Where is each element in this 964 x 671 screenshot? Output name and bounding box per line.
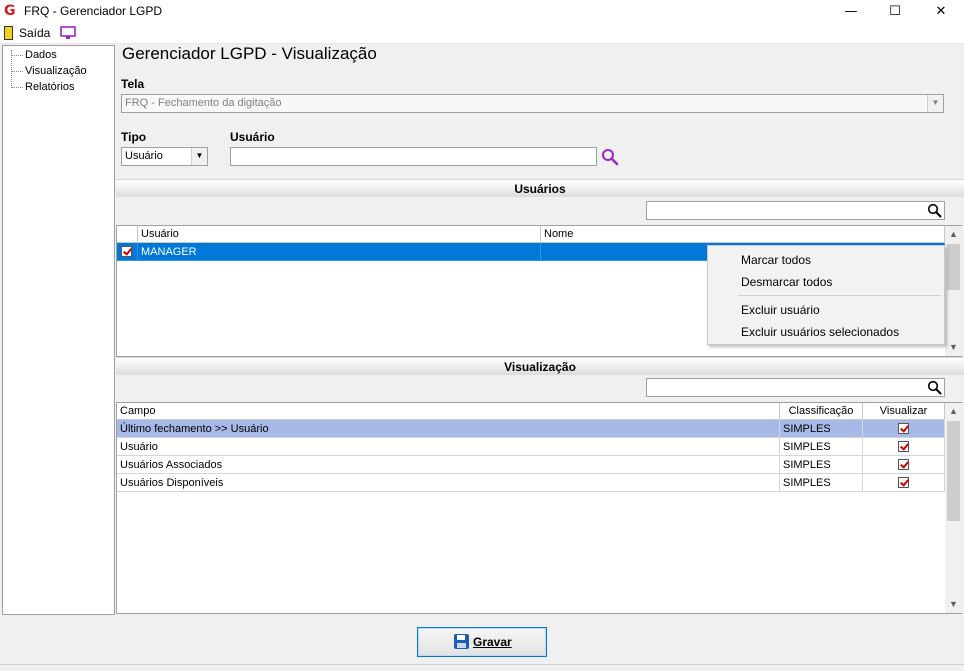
tree-item-dados[interactable]: Dados: [11, 47, 57, 63]
menu-item-excluir-selecionados[interactable]: Excluir usuários selecionados: [741, 325, 899, 339]
tree-item-label: Relatórios: [25, 81, 75, 93]
row-classificacao-cell: SIMPLES: [780, 456, 863, 474]
visualizar-checkbox[interactable]: [898, 423, 909, 434]
save-button[interactable]: Gravar: [417, 627, 547, 657]
scroll-up-icon[interactable]: ▲: [945, 226, 962, 243]
scroll-thumb[interactable]: [947, 244, 960, 290]
search-icon[interactable]: [927, 203, 942, 218]
scroll-up-icon[interactable]: ▲: [945, 403, 962, 420]
title-bar: G FRQ - Gerenciador LGPD — ☐ ✕: [0, 0, 964, 23]
usuarios-scrollbar[interactable]: ▲ ▼: [945, 226, 962, 356]
visualizacao-grid[interactable]: Campo Classificação Visualizar Último fe…: [116, 402, 962, 614]
row-visualizar-cell[interactable]: [863, 456, 945, 474]
tela-select[interactable]: FRQ - Fechamento da digitação ▼: [121, 94, 944, 113]
grid-header-usuario[interactable]: Usuário: [138, 226, 541, 243]
navigation-tree: Dados Visualização Relatórios: [2, 45, 115, 615]
row-campo-cell: Usuários Associados: [117, 456, 780, 474]
grid-header-classificacao[interactable]: Classificação: [780, 403, 863, 420]
usuario-label: Usuário: [230, 130, 275, 144]
row-campo-cell: Usuário: [117, 438, 780, 456]
menu-item-desmarcar-todos[interactable]: Desmarcar todos: [741, 275, 832, 289]
window-title: FRQ - Gerenciador LGPD: [24, 4, 163, 18]
tree-connector: [11, 87, 23, 88]
app-logo-icon: G: [4, 3, 16, 19]
row-classificacao-cell: SIMPLES: [780, 420, 863, 438]
row-campo-cell: Usuários Disponíveis: [117, 474, 780, 492]
usuario-input[interactable]: [230, 147, 597, 166]
visualizar-checkbox[interactable]: [898, 459, 909, 470]
monitor-icon[interactable]: [60, 26, 76, 40]
tipo-label: Tipo: [121, 130, 147, 144]
table-row[interactable]: Último fechamento >> Usuário SIMPLES: [117, 420, 945, 438]
page-title: Gerenciador LGPD - Visualização: [122, 44, 377, 63]
tree-connector: [11, 55, 23, 56]
row-usuario-cell: MANAGER: [138, 243, 541, 261]
row-checkbox[interactable]: [121, 246, 132, 257]
minimize-button[interactable]: —: [828, 0, 874, 23]
search-icon[interactable]: [927, 380, 942, 395]
row-visualizar-cell[interactable]: [863, 474, 945, 492]
tipo-select-value: Usuário: [125, 150, 163, 162]
usuarios-section-header: Usuários: [116, 179, 964, 197]
visualizacao-search-input[interactable]: [646, 378, 945, 397]
exit-door-icon[interactable]: [4, 26, 13, 40]
grid-header-nome[interactable]: Nome: [541, 226, 945, 243]
row-checkbox-cell[interactable]: [117, 243, 138, 261]
toolbar: Saída: [0, 23, 964, 44]
chevron-down-icon[interactable]: ▼: [191, 148, 207, 165]
exit-button[interactable]: Saída: [19, 26, 50, 40]
grid-header-check: [117, 226, 138, 243]
tree-item-visualizacao[interactable]: Visualização: [11, 63, 87, 79]
floppy-disk-icon: [454, 634, 469, 649]
visualizacao-scrollbar[interactable]: ▲ ▼: [945, 403, 962, 613]
table-row[interactable]: Usuário SIMPLES: [117, 438, 945, 456]
grid-header-visualizar[interactable]: Visualizar: [863, 403, 945, 420]
tree-item-label: Dados: [25, 49, 57, 61]
visualizar-checkbox[interactable]: [898, 441, 909, 452]
tree-item-label: Visualização: [25, 65, 87, 77]
chevron-down-icon[interactable]: ▼: [927, 95, 943, 112]
save-button-label: Gravar: [473, 635, 512, 649]
context-menu: Marcar todos Desmarcar todos Excluir usu…: [707, 245, 945, 345]
usuarios-search-input[interactable]: [646, 201, 945, 220]
visualizar-checkbox[interactable]: [898, 477, 909, 488]
grid-header-campo[interactable]: Campo: [117, 403, 780, 420]
status-bar: [0, 664, 964, 671]
tree-connector: [11, 71, 23, 72]
tela-label: Tela: [121, 77, 145, 91]
tree-item-relatorios[interactable]: Relatórios: [11, 79, 75, 95]
scroll-down-icon[interactable]: ▼: [945, 339, 962, 356]
table-row[interactable]: Usuários Disponíveis SIMPLES: [117, 474, 945, 492]
row-campo-cell: Último fechamento >> Usuário: [117, 420, 780, 438]
scroll-thumb[interactable]: [947, 421, 960, 521]
close-button[interactable]: ✕: [918, 0, 964, 23]
menu-item-marcar-todos[interactable]: Marcar todos: [741, 253, 811, 267]
search-icon[interactable]: [601, 148, 619, 166]
row-classificacao-cell: SIMPLES: [780, 474, 863, 492]
menu-separator: [738, 295, 941, 296]
scroll-down-icon[interactable]: ▼: [945, 596, 962, 613]
maximize-button[interactable]: ☐: [872, 0, 918, 23]
row-classificacao-cell: SIMPLES: [780, 438, 863, 456]
tipo-select[interactable]: Usuário ▼: [121, 147, 208, 166]
row-visualizar-cell[interactable]: [863, 420, 945, 438]
tela-select-value: FRQ - Fechamento da digitação: [125, 97, 282, 109]
table-row[interactable]: Usuários Associados SIMPLES: [117, 456, 945, 474]
visualizacao-section-header: Visualização: [116, 357, 964, 375]
row-visualizar-cell[interactable]: [863, 438, 945, 456]
menu-item-excluir-usuario[interactable]: Excluir usuário: [741, 303, 820, 317]
